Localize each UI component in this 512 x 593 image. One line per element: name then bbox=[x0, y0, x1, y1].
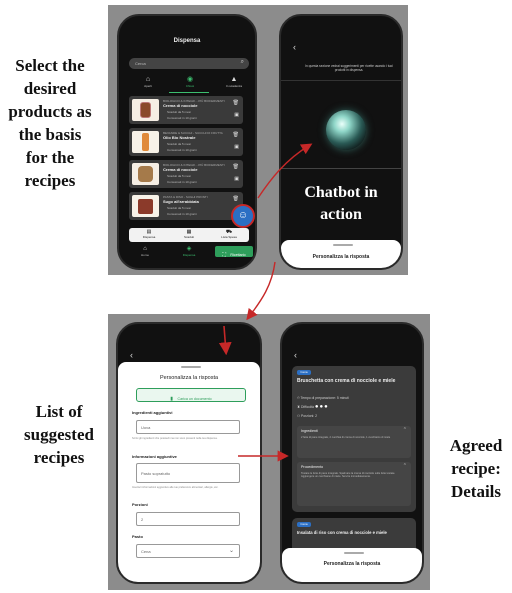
portions-row: ⚇ Porzioni: 2 bbox=[297, 414, 318, 418]
product-image-icon bbox=[132, 131, 159, 153]
people-icon: ⚇ bbox=[297, 414, 301, 418]
pasto-select[interactable]: Cena ⌄ bbox=[136, 544, 240, 558]
form-sheet: Personalizza la risposta ▮ Carica un doc… bbox=[118, 362, 260, 582]
divider bbox=[281, 168, 401, 169]
back-icon[interactable]: ‹ bbox=[293, 42, 296, 52]
chef-hat-icon: ♜ bbox=[297, 405, 301, 409]
back-icon[interactable]: ‹ bbox=[294, 350, 297, 360]
chatbot-orb bbox=[326, 110, 366, 150]
phone-dispensa: Dispensa Cerca ⌕ ⌂ Aperti ◉ Chiusi ▲ In … bbox=[117, 14, 257, 270]
chatbot-button[interactable]: ☺ bbox=[231, 204, 255, 228]
trash-icon[interactable]: 🗑 bbox=[233, 196, 239, 202]
sheet-handle bbox=[344, 552, 364, 554]
trash-icon[interactable]: 🗑 bbox=[233, 100, 239, 106]
trash-icon[interactable]: 🗑 bbox=[233, 164, 239, 170]
meal-badge: Cena bbox=[297, 522, 311, 527]
chatbot-caption: Chatbot in action bbox=[304, 184, 378, 223]
field-label-pasto: Pasto bbox=[132, 534, 143, 539]
tab-scaduti[interactable]: ▦ Scaduti bbox=[169, 229, 209, 239]
chevron-down-icon: ⌄ bbox=[228, 548, 234, 554]
jar-open-icon: ⌂ bbox=[145, 76, 151, 83]
caption-select-products: Select the desired products as the basis… bbox=[8, 56, 92, 190]
ricettario-button[interactable]: ⛶ Ricettario bbox=[215, 246, 253, 258]
scan-icon: ⛶ bbox=[222, 252, 226, 258]
box-icon[interactable]: ▣ bbox=[234, 144, 239, 150]
upload-document-button[interactable]: ▮ Carica un documento bbox=[136, 388, 246, 402]
robot-icon: ☺ bbox=[237, 210, 249, 221]
chevron-up-icon: ⌃ bbox=[402, 427, 407, 433]
informazioni-help: Inserisci informazioni aggiuntive alle t… bbox=[132, 486, 219, 489]
ingredients-section[interactable]: Ingredienti ⌃ 2 fette di pane integrale,… bbox=[297, 426, 411, 458]
box-icon[interactable]: ▣ bbox=[234, 176, 239, 182]
procedure-section[interactable]: Procedimento ⌃ Tostare le fette di pane … bbox=[297, 462, 411, 506]
list-item[interactable]: BIOLOGICO & INTEGR. - PIÙ BIOFERMENTI Cr… bbox=[129, 96, 243, 124]
filter-in-scadenza[interactable]: ▲ In scadenza bbox=[217, 76, 251, 88]
tab-lista-spesa[interactable]: ⛟ Lista Spesa bbox=[209, 229, 249, 239]
form-title: Personalizza la risposta bbox=[159, 375, 219, 381]
product-image-icon bbox=[132, 99, 159, 121]
time-row: ⏱ Tempo di preparazione: 5 minuti bbox=[297, 396, 349, 400]
trash-icon[interactable]: 🗑 bbox=[233, 132, 239, 138]
phone-chatbot: ‹ In questa sezione vedrai suggerimenti … bbox=[279, 14, 403, 270]
informazioni-field[interactable]: Pasto sopratutto bbox=[136, 463, 240, 483]
pantry-icon: ◈ bbox=[186, 246, 192, 252]
chevron-up-icon: ⌃ bbox=[402, 463, 407, 469]
list-item[interactable]: BIOLOGICO & INTEGR. - PIÙ BIOFERMENTI Cr… bbox=[129, 160, 243, 188]
divider bbox=[281, 80, 401, 81]
phone-personalize: ‹ Personalizza la risposta ▮ Carica un d… bbox=[116, 322, 262, 584]
field-label-ingredienti: Ingredienti aggiuntivi bbox=[132, 410, 173, 415]
bottom-sheet[interactable]: Personalizza la risposta bbox=[281, 240, 401, 268]
bottom-sheet[interactable]: Personalizza la risposta bbox=[282, 548, 422, 582]
page-title: Dispensa bbox=[173, 38, 201, 44]
search-icon: ⌕ bbox=[240, 59, 244, 65]
list-item[interactable]: BEVANDE & SUCCHI - SUCCHI DI FRUTTA Olio… bbox=[129, 128, 243, 156]
nav-dispensa[interactable]: ◈ Dispensa bbox=[177, 246, 201, 257]
phone-recipe: ‹ Cena Bruschetta con crema di nocciole … bbox=[280, 322, 424, 584]
home-icon: ⌂ bbox=[143, 246, 147, 252]
nav-home[interactable]: ⌂ Home bbox=[135, 246, 155, 257]
back-icon[interactable]: ‹ bbox=[130, 350, 133, 360]
caption-agreed-recipe: Agreed recipe: Details bbox=[449, 436, 503, 501]
difficulty-row: ♜ Difficoltà ●●● bbox=[297, 404, 329, 410]
porzioni-field[interactable]: 2 bbox=[136, 512, 240, 526]
header-text: In questa sezione vedrai suggerimenti pe… bbox=[305, 64, 393, 72]
caption-suggested-recipes: List of suggested recipes bbox=[24, 402, 94, 467]
box-icon[interactable]: ▣ bbox=[234, 112, 239, 118]
filter-underline bbox=[169, 92, 209, 93]
document-icon: ▮ bbox=[170, 396, 174, 402]
field-label-informazioni: Informazioni aggiuntive bbox=[132, 454, 177, 459]
search-input[interactable]: Cerca ⌕ bbox=[129, 58, 249, 69]
recipe-title: Bruschetta con crema di nocciole e miele bbox=[297, 378, 396, 384]
warning-icon: ▲ bbox=[230, 76, 238, 83]
meal-badge: Cena bbox=[297, 370, 311, 375]
personalize-label: Personalizza la risposta bbox=[323, 561, 381, 567]
difficulty-dots: ●●● bbox=[314, 404, 329, 410]
filter-chiusi[interactable]: ◉ Chiusi bbox=[175, 76, 205, 88]
product-image-icon bbox=[132, 163, 159, 185]
personalize-label: Personalizza la risposta bbox=[312, 254, 370, 260]
tab-bar: ▤ Dispensa ▦ Scaduti ⛟ Lista Spesa bbox=[129, 228, 249, 242]
sheet-handle bbox=[181, 366, 201, 368]
recipe-card[interactable]: Cena Bruschetta con crema di nocciole e … bbox=[292, 366, 416, 512]
jar-closed-icon: ◉ bbox=[186, 76, 194, 83]
list-item[interactable]: PASTA & RISO - SUGHI PRONTI Sugo all'arr… bbox=[129, 192, 243, 220]
filter-aperti[interactable]: ⌂ Aperti bbox=[133, 76, 163, 88]
tab-dispensa[interactable]: ▤ Dispensa bbox=[129, 229, 169, 239]
recipe-title: Insalata di riso con crema di nocciole e… bbox=[297, 530, 387, 535]
product-image-icon bbox=[132, 195, 159, 217]
clock-icon: ⏱ bbox=[297, 396, 300, 400]
ingredienti-field[interactable]: Uova bbox=[136, 420, 240, 434]
field-label-porzioni: Porzioni bbox=[132, 502, 148, 507]
ingredienti-help: Scrivi gli ingredienti che possiedi ma n… bbox=[132, 437, 218, 440]
sheet-handle bbox=[333, 244, 353, 246]
